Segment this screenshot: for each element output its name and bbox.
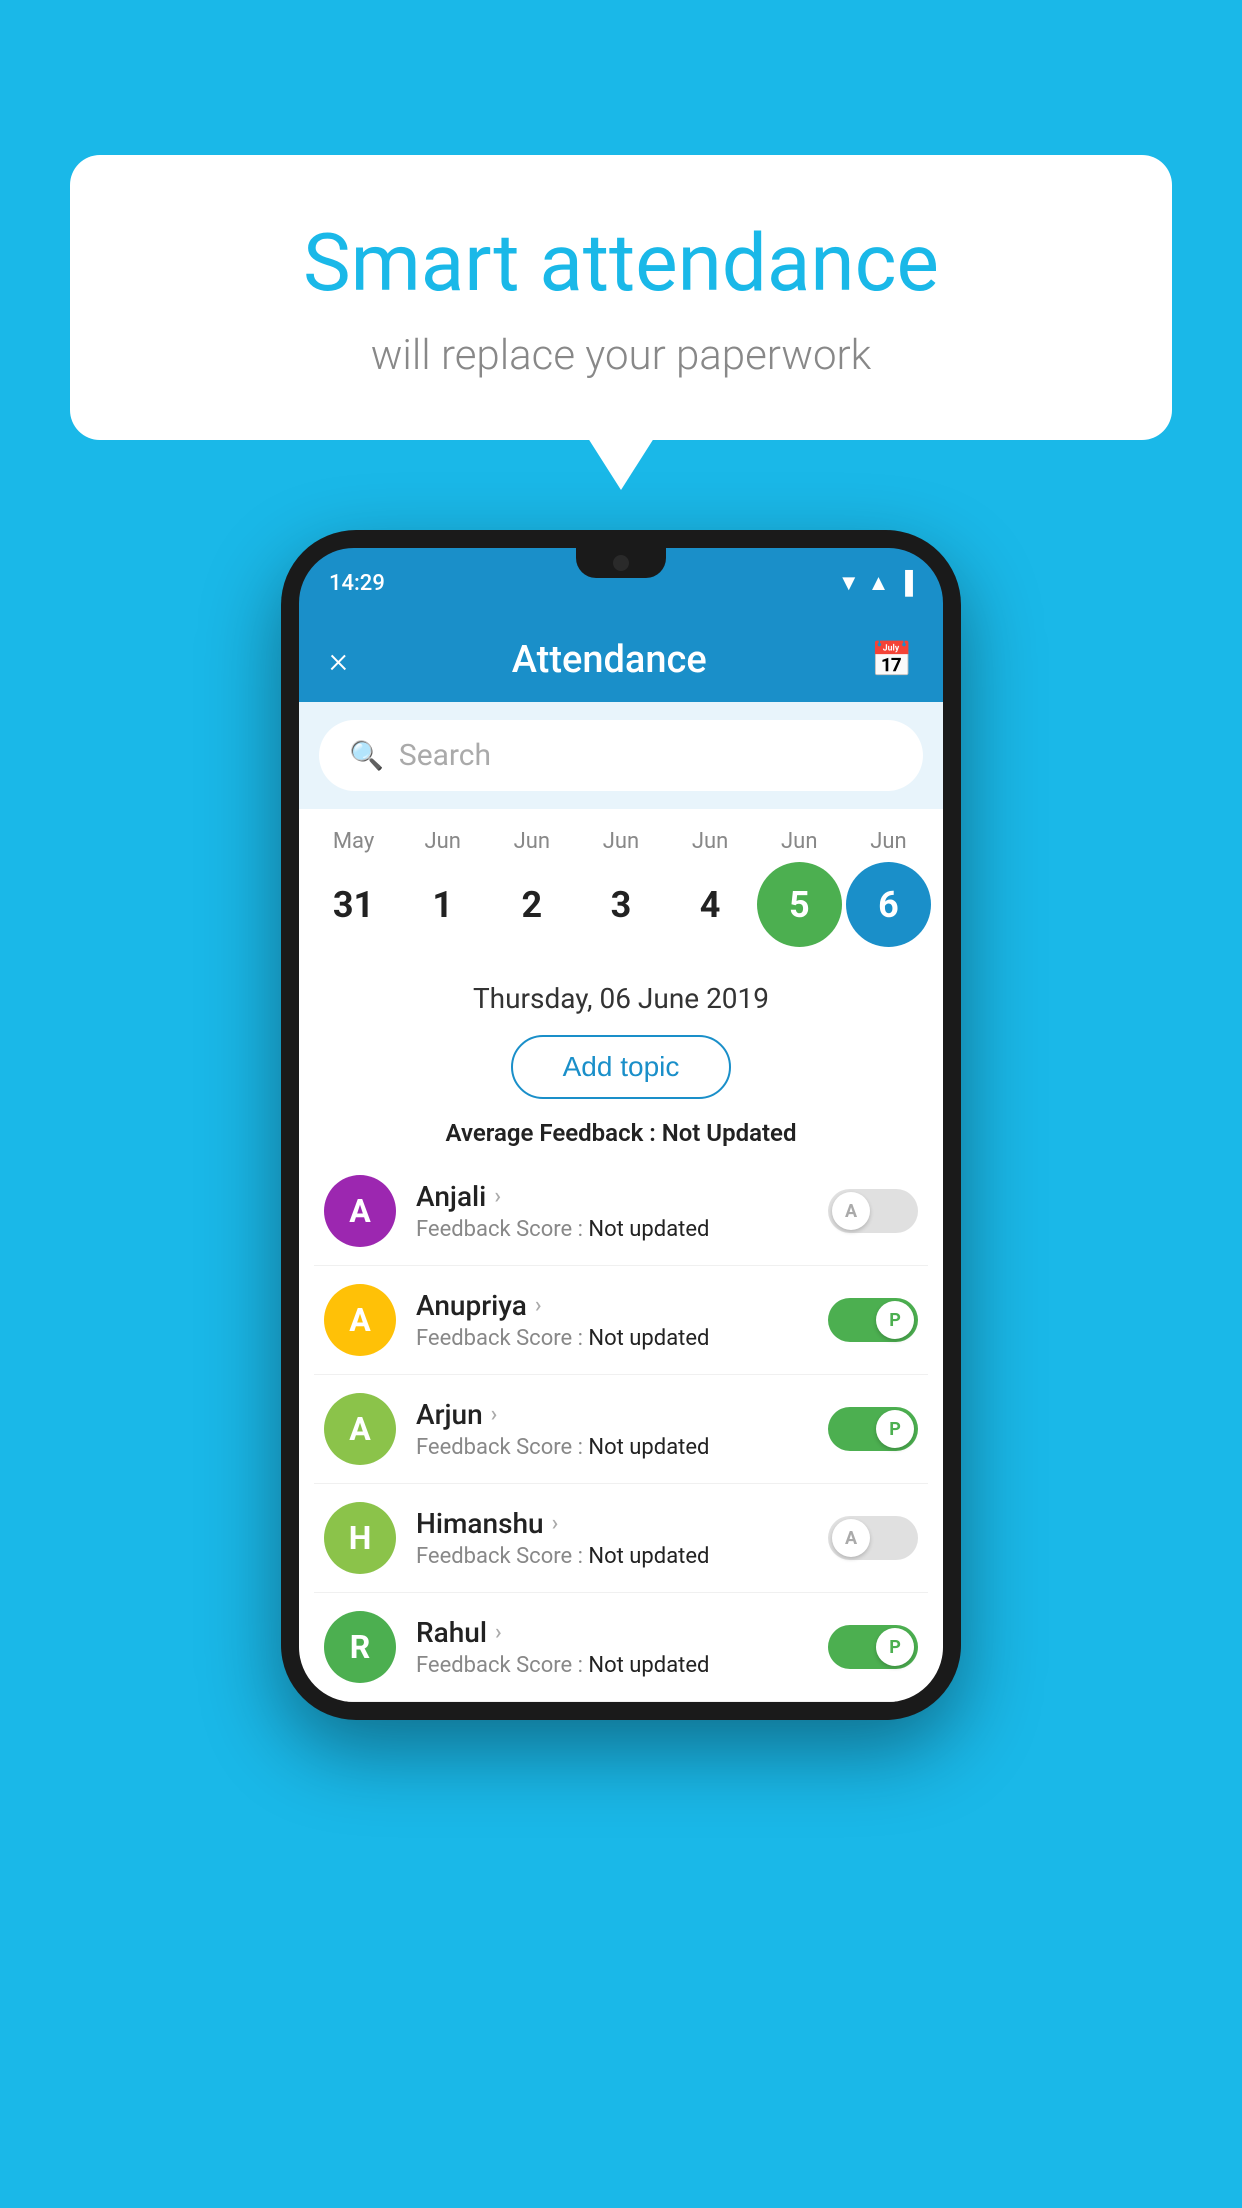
date-cell[interactable]: 31 [311, 862, 396, 947]
search-bar[interactable]: 🔍 Search [319, 720, 923, 791]
date-cell[interactable]: 2 [489, 862, 574, 947]
chevron-icon: › [491, 1402, 498, 1427]
status-icons: ▼ ▲ ▐ [838, 570, 913, 596]
attendance-toggle[interactable]: P [828, 1407, 918, 1451]
avatar: A [324, 1393, 396, 1465]
header-title: Attendance [512, 638, 707, 682]
date-row: 31123456 [309, 862, 933, 947]
date-cell[interactable]: 6 [846, 862, 931, 947]
attendance-toggle[interactable]: A [828, 1189, 918, 1233]
feedback-score: Feedback Score : Not updated [416, 1653, 828, 1678]
battery-icon: ▐ [897, 570, 913, 596]
search-container: 🔍 Search [299, 702, 943, 809]
attendance-toggle[interactable]: P [828, 1625, 918, 1669]
avatar: A [324, 1175, 396, 1247]
attendance-toggle[interactable]: P [828, 1298, 918, 1342]
feedback-value: Not updated [588, 1544, 709, 1569]
calendar-strip: MayJunJunJunJunJunJun 31123456 [299, 809, 943, 962]
feedback-score: Feedback Score : Not updated [416, 1217, 828, 1242]
search-icon: 🔍 [349, 739, 384, 772]
bubble-title: Smart attendance [150, 215, 1092, 311]
feedback-score: Feedback Score : Not updated [416, 1544, 828, 1569]
student-name[interactable]: Arjun › [416, 1398, 828, 1431]
chevron-icon: › [535, 1293, 542, 1318]
toggle-wrapper: P [828, 1298, 918, 1342]
feedback-score: Feedback Score : Not updated [416, 1326, 828, 1351]
student-item: A Anupriya › Feedback Score : Not updated P [314, 1266, 928, 1375]
speech-bubble: Smart attendance will replace your paper… [70, 155, 1172, 440]
toggle-knob: A [832, 1519, 870, 1557]
student-info: Himanshu › Feedback Score : Not updated [416, 1507, 828, 1569]
toggle-knob: A [832, 1192, 870, 1230]
signal-icon: ▲ [868, 570, 890, 596]
student-name[interactable]: Rahul › [416, 1616, 828, 1649]
student-name[interactable]: Anjali › [416, 1180, 828, 1213]
toggle-wrapper: P [828, 1625, 918, 1669]
chevron-icon: › [495, 1620, 502, 1645]
avatar: H [324, 1502, 396, 1574]
avg-feedback-label: Average Feedback : [446, 1119, 656, 1147]
month-cell: Jun [489, 829, 574, 854]
selected-date: Thursday, 06 June 2019 [299, 962, 943, 1025]
phone-wrapper: 14:29 ▼ ▲ ▐ × Attendance 📅 🔍 Search [281, 530, 961, 1720]
date-cell[interactable]: 3 [578, 862, 663, 947]
student-item: AAnjali ›Feedback Score : Not updatedA [314, 1157, 928, 1266]
close-button[interactable]: × [329, 639, 348, 681]
app-header: × Attendance 📅 [299, 618, 943, 702]
notch [576, 548, 666, 578]
student-name[interactable]: Anupriya › [416, 1289, 828, 1322]
date-cell[interactable]: 5 [757, 862, 842, 947]
add-topic-button[interactable]: Add topic [511, 1035, 732, 1099]
chevron-icon: › [552, 1511, 559, 1536]
search-placeholder: Search [399, 738, 491, 773]
student-name[interactable]: Himanshu › [416, 1507, 828, 1540]
calendar-icon[interactable]: 📅 [871, 640, 913, 680]
month-cell: Jun [400, 829, 485, 854]
student-info: Anupriya › Feedback Score : Not updated [416, 1289, 828, 1351]
feedback-value: Not updated [588, 1326, 709, 1351]
month-cell: Jun [757, 829, 842, 854]
month-cell: Jun [578, 829, 663, 854]
avg-feedback: Average Feedback : Not Updated [299, 1109, 943, 1157]
chevron-icon: › [494, 1184, 501, 1209]
attendance-toggle[interactable]: A [828, 1516, 918, 1560]
student-info: Anjali › Feedback Score : Not updated [416, 1180, 828, 1242]
toggle-wrapper: P [828, 1407, 918, 1451]
status-bar: 14:29 ▼ ▲ ▐ [299, 548, 943, 618]
avatar: R [324, 1611, 396, 1683]
student-list: AAnjali ›Feedback Score : Not updatedAAA… [299, 1157, 943, 1702]
wifi-icon: ▼ [838, 570, 860, 596]
student-item: A Arjun › Feedback Score : Not updated P [314, 1375, 928, 1484]
feedback-value: Not updated [588, 1435, 709, 1460]
student-item: R Rahul › Feedback Score : Not updated P [314, 1593, 928, 1702]
feedback-value: Not updated [588, 1217, 709, 1242]
phone-screen: × Attendance 📅 🔍 Search MayJunJunJunJunJ… [299, 618, 943, 1702]
avg-feedback-value: Not Updated [662, 1119, 797, 1147]
month-cell: May [311, 829, 396, 854]
student-item: H Himanshu › Feedback Score : Not updatedA [314, 1484, 928, 1593]
feedback-value: Not updated [588, 1653, 709, 1678]
camera [613, 555, 629, 571]
month-cell: Jun [846, 829, 931, 854]
speech-bubble-container: Smart attendance will replace your paper… [70, 155, 1172, 440]
time: 14:29 [329, 571, 385, 596]
avatar: A [324, 1284, 396, 1356]
toggle-wrapper: A [828, 1189, 918, 1233]
toggle-knob: P [876, 1628, 914, 1666]
date-cell[interactable]: 4 [668, 862, 753, 947]
month-row: MayJunJunJunJunJunJun [309, 829, 933, 854]
month-cell: Jun [668, 829, 753, 854]
date-cell[interactable]: 1 [400, 862, 485, 947]
bubble-subtitle: will replace your paperwork [150, 331, 1092, 380]
student-info: Rahul › Feedback Score : Not updated [416, 1616, 828, 1678]
toggle-knob: P [876, 1410, 914, 1448]
toggle-wrapper: A [828, 1516, 918, 1560]
student-info: Arjun › Feedback Score : Not updated [416, 1398, 828, 1460]
toggle-knob: P [876, 1301, 914, 1339]
phone-outer: 14:29 ▼ ▲ ▐ × Attendance 📅 🔍 Search [281, 530, 961, 1720]
feedback-score: Feedback Score : Not updated [416, 1435, 828, 1460]
